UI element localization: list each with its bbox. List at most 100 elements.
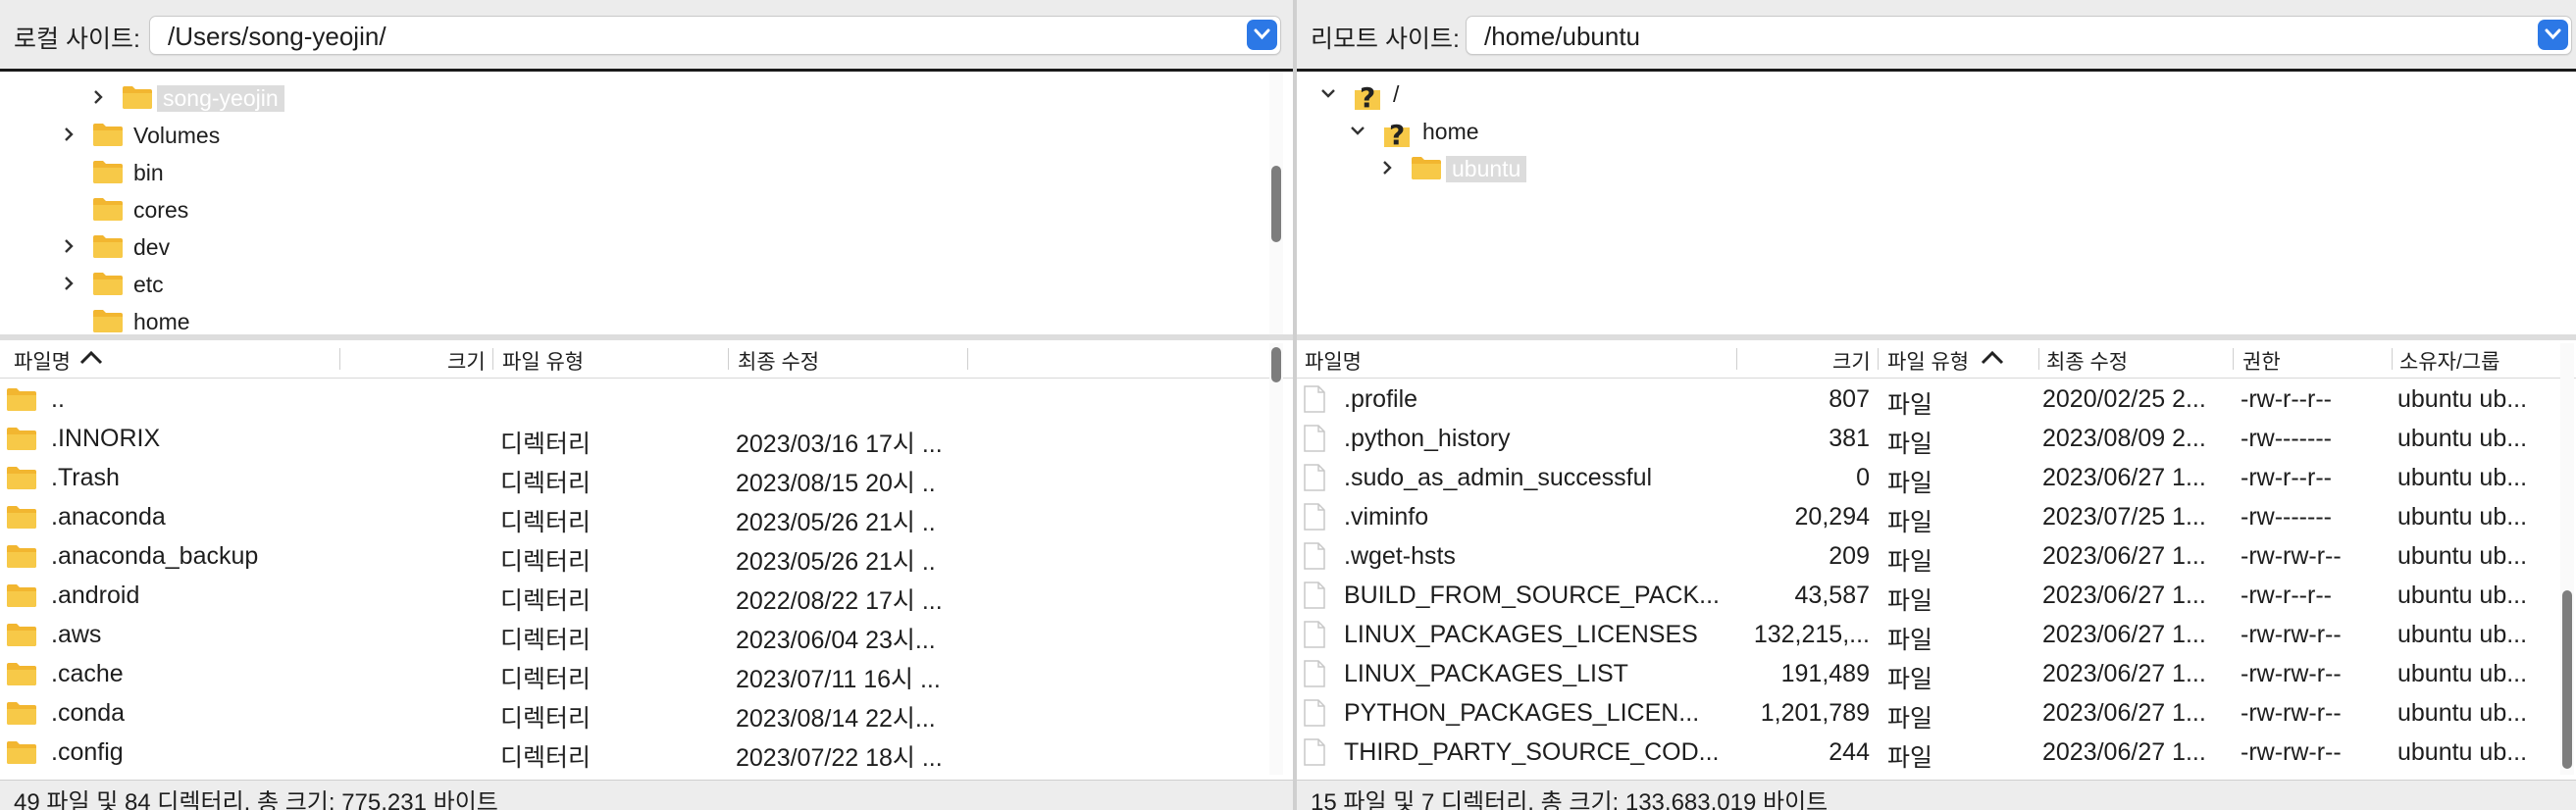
folder-icon (7, 545, 36, 568)
file-name: .Trash (51, 464, 120, 491)
local-tree-item[interactable]: etc (59, 266, 549, 301)
remote-path-combobox[interactable]: /home/ubuntu (1466, 16, 2572, 55)
remote-list-scrollbar[interactable] (2560, 343, 2574, 775)
file-icon (1304, 582, 1325, 609)
sort-ascending-icon[interactable] (1978, 345, 2007, 375)
local-file-row[interactable]: .INNORIX 디렉터리 2023/03/16 17시 ... (0, 419, 1293, 458)
local-file-row[interactable]: .anaconda_backup 디렉터리 2023/05/26 21시 .. (0, 536, 1293, 576)
file-modified: 2023/07/25 1... (2042, 503, 2206, 531)
remote-file-row[interactable]: .viminfo 20,294 파일 2023/07/25 1... -rw------… (1297, 497, 2576, 536)
remote-col-permissions[interactable]: 권한 (2242, 346, 2281, 376)
chevron-right-icon[interactable] (59, 236, 78, 256)
remote-col-size[interactable]: 크기 (1832, 346, 1871, 376)
local-path-combobox[interactable]: /Users/song-yeojin/ (149, 16, 1281, 55)
tree-item-label: ubuntu (1446, 156, 1527, 182)
chevron-down-icon[interactable] (1318, 83, 1338, 103)
file-modified: 2023/06/27 1... (2042, 660, 2206, 687)
remote-file-list[interactable]: 파일명 크기 파일 유형 최종 수정 권한 소유자/그룹 .profile 807… (1297, 340, 2576, 780)
local-file-row[interactable]: .config 디렉터리 2023/07/22 18시 ... (0, 733, 1293, 772)
remote-file-row[interactable]: PYTHON_PACKAGES_LICEN... 1,201,789 파일 2023/… (1297, 693, 2576, 733)
remote-col-type[interactable]: 파일 유형 (1887, 346, 1969, 376)
file-icon (1304, 464, 1325, 491)
folder-icon-wrap (92, 122, 124, 153)
folder-icon (7, 702, 36, 725)
local-tree-scroll-thumb[interactable] (1271, 166, 1281, 242)
file-modified: 2023/06/27 1... (2042, 542, 2206, 570)
local-col-type[interactable]: 파일 유형 (502, 346, 584, 376)
remote-file-row[interactable]: LINUX_PACKAGES_LICENSES 132,215,... 파일 2023… (1297, 615, 2576, 654)
local-path-value: /Users/song-yeojin/ (168, 22, 386, 51)
file-modified: 2023/06/27 1... (2042, 699, 2206, 727)
folder-icon (93, 124, 123, 146)
file-type: 파일 (1887, 627, 1933, 654)
file-size: 0 (1856, 464, 1870, 491)
local-file-row[interactable]: .Trash 디렉터리 2023/08/15 20시 .. (0, 458, 1293, 497)
chevron-down-icon[interactable] (1348, 121, 1367, 140)
sort-ascending-icon[interactable] (77, 345, 106, 375)
folder-icon (7, 388, 36, 411)
remote-file-row[interactable]: .sudo_as_admin_successful 0 파일 2023/06/27 1… (1297, 458, 2576, 497)
file-owner: ubuntu ub... (2397, 621, 2528, 648)
remote-file-row[interactable]: .wget-hsts 209 파일 2023/06/27 1... -rw-rw-r--… (1297, 536, 2576, 576)
folder-icon-wrap (92, 271, 124, 302)
local-list-scrollbar[interactable] (1269, 343, 1283, 775)
remote-tree-item[interactable]: ? / (1318, 76, 1809, 114)
folder-icon (7, 663, 36, 685)
file-type: 디렉터리 (500, 666, 592, 693)
local-tree-item[interactable]: song-yeojin (88, 79, 579, 115)
file-modified: 2023/05/26 21시 .. (736, 509, 936, 536)
file-modified: 2023/05/26 21시 .. (736, 548, 936, 576)
remote-directory-tree[interactable]: ? /? home ubuntu (1297, 72, 2576, 334)
file-name: .sudo_as_admin_successful (1344, 464, 1653, 491)
local-tree-item[interactable]: bin (59, 154, 549, 189)
remote-file-row[interactable]: .python_history 381 파일 2023/08/09 2... -rw--… (1297, 419, 2576, 458)
local-file-row[interactable]: .aws 디렉터리 2023/06/04 23시... (0, 615, 1293, 654)
local-tree-item[interactable]: dev (59, 228, 549, 264)
local-col-modified[interactable]: 최종 수정 (738, 346, 819, 376)
chevron-right-icon[interactable] (59, 125, 78, 144)
remote-file-row[interactable]: BUILD_FROM_SOURCE_PACK... 43,587 파일 2023/06… (1297, 576, 2576, 615)
svg-text:?: ? (1389, 119, 1405, 149)
local-col-name[interactable]: 파일명 (14, 346, 71, 376)
local-file-row[interactable]: .android 디렉터리 2022/08/22 17시 ... (0, 576, 1293, 615)
local-directory-tree[interactable]: song-yeojin Volumes bin cores dev etc home (0, 72, 1293, 334)
remote-col-name[interactable]: 파일명 (1305, 346, 1362, 376)
chevron-right-icon[interactable] (1377, 158, 1397, 177)
local-col-size[interactable]: 크기 (447, 346, 486, 376)
remote-path-dropdown-button[interactable] (2538, 20, 2568, 50)
local-file-row[interactable]: .conda 디렉터리 2023/08/14 22시... (0, 693, 1293, 733)
local-file-list[interactable]: 파일명 크기 파일 유형 최종 수정 .. .INNORIX 디렉터리 2023/03… (0, 340, 1293, 780)
local-file-row[interactable]: .. (0, 380, 1293, 419)
remote-file-row[interactable]: .profile 807 파일 2020/02/25 2... -rw-r--r-- ub… (1297, 380, 2576, 419)
file-owner: ubuntu ub... (2397, 582, 2528, 609)
remote-col-modified[interactable]: 최종 수정 (2046, 346, 2128, 376)
file-modified: 2023/08/14 22시... (736, 705, 936, 733)
local-tree-scrollbar[interactable] (1269, 72, 1283, 334)
local-tree-item[interactable]: home (59, 303, 549, 334)
remote-tree-item[interactable]: ubuntu (1377, 150, 1868, 185)
local-file-row[interactable]: .cache 디렉터리 2023/07/11 16시 ... (0, 654, 1293, 693)
file-modified: 2022/08/22 17시 ... (736, 587, 943, 615)
folder-icon (93, 235, 123, 258)
chevron-right-icon[interactable] (59, 274, 78, 293)
file-modified: 2023/06/27 1... (2042, 582, 2206, 609)
local-file-row[interactable]: .anaconda 디렉터리 2023/05/26 21시 .. (0, 497, 1293, 536)
file-type: 파일 (1887, 587, 1933, 615)
file-name: .aws (51, 621, 102, 648)
remote-file-row[interactable]: LINUX_PACKAGES_LIST 191,489 파일 2023/06/27 1… (1297, 654, 2576, 693)
file-type: 디렉터리 (500, 509, 592, 536)
local-tree-item[interactable]: Volumes (59, 117, 549, 152)
file-icon (1304, 699, 1325, 727)
file-permissions: -rw-rw-r-- (2241, 699, 2342, 727)
remote-col-owner[interactable]: 소유자/그룹 (2399, 346, 2499, 376)
remote-list-scroll-thumb[interactable] (2562, 590, 2572, 769)
local-path-dropdown-button[interactable] (1247, 20, 1277, 50)
remote-tree-item[interactable]: ? home (1348, 113, 1838, 151)
file-type: 파일 (1887, 666, 1933, 693)
local-tree-item[interactable]: cores (59, 191, 549, 227)
folder-icon (7, 506, 36, 529)
chevron-right-icon[interactable] (88, 87, 108, 107)
file-owner: ubuntu ub... (2397, 738, 2528, 766)
remote-file-row[interactable]: THIRD_PARTY_SOURCE_COD... 244 파일 2023/06/27… (1297, 733, 2576, 772)
local-list-scroll-thumb[interactable] (1271, 347, 1281, 382)
